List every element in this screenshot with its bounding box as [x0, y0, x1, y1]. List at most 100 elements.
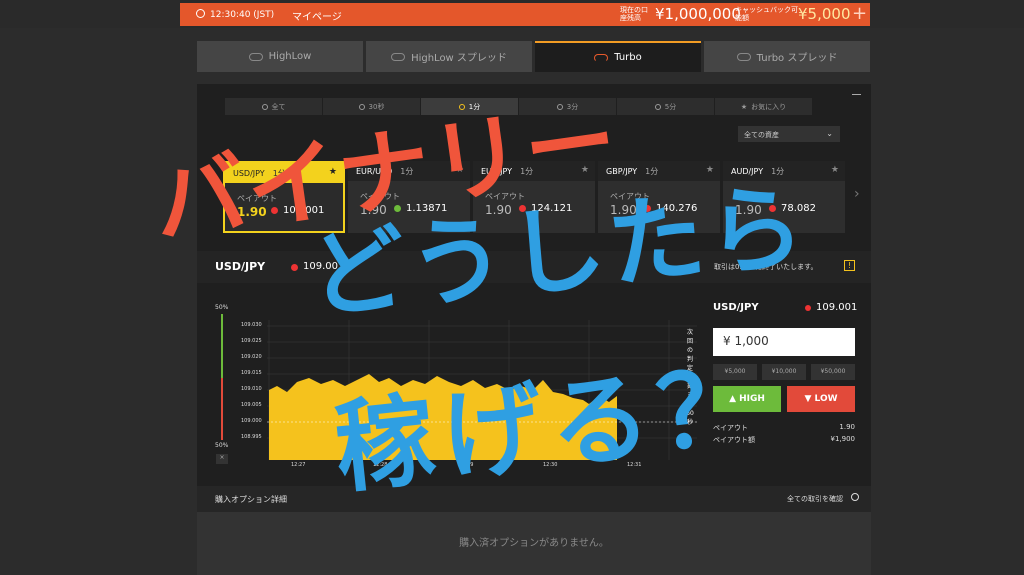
high-button[interactable]: ▲ HIGH [713, 386, 781, 412]
asset-card[interactable]: GBP/JPY 1分 ★ ペイアウト 1.90 140.276 [598, 161, 720, 233]
y-tick: 109.005 [241, 402, 262, 408]
next-expiry-countdown: 次回の判定時刻まで60秒 [686, 329, 694, 426]
card-price: 109.001 [283, 205, 325, 216]
card-payout-label: ペイアウト [237, 194, 277, 203]
deposit-plus-button[interactable]: + [852, 3, 867, 24]
tab-turbo[interactable]: Turbo [535, 41, 701, 72]
chevron-down-icon: ⌄ [826, 129, 833, 138]
tab-turbo-spread[interactable]: Turbo スプレッド [704, 41, 870, 72]
card-period: 1分 [400, 167, 414, 176]
x-tick: 12:28 [373, 462, 388, 468]
sentiment-low-bar [221, 378, 223, 440]
card-period: 1分 [520, 167, 534, 176]
down-arrow-icon [769, 205, 776, 212]
chevron-right-icon[interactable]: › [854, 186, 860, 202]
x-tick: 12:29 [459, 462, 474, 468]
x-tick: 12:30 [543, 462, 558, 468]
asset-card[interactable]: AUD/JPY 1分 ★ ペイアウト 1.90 78.082 [723, 161, 845, 233]
card-period: 1分 [272, 169, 286, 178]
y-tick: 109.010 [241, 386, 262, 392]
star-icon: ★ [740, 102, 748, 111]
app-root: 12:30:40 (JST) マイページ 現在の口座残高 ¥1,000,000 … [0, 0, 1024, 575]
period-filter: 全て 30秒 1分 3分 5分 ★ お気に入り [225, 98, 813, 115]
purchase-options-header: 購入オプション詳細 全ての取引を確認 [197, 486, 871, 512]
minimize-icon[interactable] [852, 94, 861, 95]
card-payout: 1.90 [610, 203, 637, 217]
up-arrow-icon [394, 205, 401, 212]
quick-amount-50000[interactable]: ¥50,000 [811, 364, 855, 380]
sentiment-low-pct: 50% [215, 442, 229, 449]
asset-filter-select[interactable]: 全ての資産 ⌄ [738, 126, 840, 142]
card-price: 140.276 [656, 203, 698, 214]
favorite-star-icon[interactable]: ★ [329, 167, 337, 177]
card-pair: USD/JPY [233, 169, 265, 178]
top-bar: 12:30:40 (JST) マイページ 現在の口座残高 ¥1,000,000 … [0, 0, 1024, 28]
warning-icon[interactable]: ! [844, 260, 855, 271]
asset-card[interactable]: USD/JPY 1分 ★ ペイアウト 1.90 109.001 [223, 161, 345, 233]
search-icon[interactable] [851, 493, 859, 501]
favorite-star-icon[interactable]: ★ [706, 165, 714, 175]
period-5m[interactable]: 5分 [617, 98, 714, 115]
sentiment-high-bar [221, 314, 223, 378]
clock-icon [196, 9, 205, 18]
asset-card[interactable]: EUR/JPY 1分 ★ ペイアウト 1.90 124.121 [473, 161, 595, 233]
y-tick: 109.025 [241, 338, 262, 344]
down-arrow-icon [291, 264, 298, 271]
view-all-trades-link[interactable]: 全ての取引を確認 [787, 494, 843, 504]
quick-amount-5000[interactable]: ¥5,000 [713, 364, 757, 380]
card-pair: EUR/JPY [481, 167, 513, 176]
y-tick: 109.030 [241, 322, 262, 328]
empty-message: 購入済オプションがありません。 [459, 538, 609, 549]
card-period: 1分 [771, 167, 785, 176]
clock-icon [358, 103, 365, 110]
card-price: 78.082 [781, 203, 816, 214]
purchase-options-title: 購入オプション詳細 [215, 495, 287, 504]
quick-amount-10000[interactable]: ¥10,000 [762, 364, 806, 380]
highlow-icon [248, 52, 263, 61]
turbo-spread-gauge-icon [736, 52, 751, 61]
investment-amount-input[interactable]: ¥ 1,000 [713, 328, 855, 356]
card-pair: GBP/JPY [606, 167, 638, 176]
y-tick: 109.020 [241, 354, 262, 360]
mypage-link[interactable]: マイページ [292, 8, 342, 23]
server-clock: 12:30:40 (JST) [196, 9, 274, 20]
card-price: 1.13871 [406, 203, 448, 214]
low-button[interactable]: ▼ LOW [787, 386, 855, 412]
selected-asset-name: USD/JPY [215, 260, 266, 273]
highlow-spread-icon [391, 52, 406, 61]
period-favorites[interactable]: ★ お気に入り [715, 98, 812, 115]
tab-highlow[interactable]: HighLow [197, 41, 363, 72]
trading-panel: 全て 30秒 1分 3分 5分 ★ お気に入り 全ての資産 ⌄ USD/JPY 1分 ★… [197, 84, 871, 575]
favorite-star-icon[interactable]: ★ [456, 165, 464, 175]
y-tick: 109.000 [241, 418, 262, 424]
balance-value: ¥1,000,000 [655, 5, 741, 23]
x-tick: 12:31 [627, 462, 642, 468]
clock-icon [261, 103, 268, 110]
card-payout-label: ペイアウト [610, 192, 650, 201]
favorite-star-icon[interactable]: ★ [581, 165, 589, 175]
turbo-gauge-icon [594, 53, 609, 62]
payout-label: ペイアウト [713, 424, 748, 432]
y-tick: 109.015 [241, 370, 262, 376]
down-arrow-icon [805, 305, 811, 311]
down-arrow-icon [644, 205, 651, 212]
period-all[interactable]: 全て [225, 98, 322, 115]
closing-notice: 取引は05:00に終了いたします。 [714, 263, 818, 271]
down-arrow-icon [519, 205, 526, 212]
asset-cards: USD/JPY 1分 ★ ペイアウト 1.90 109.001 EUR/USD 1分 ★… [223, 161, 845, 235]
down-arrow-icon [271, 207, 278, 214]
tab-highlow-spread[interactable]: HighLow スプレッド [366, 41, 532, 72]
cashback-value: ¥5,000 [798, 5, 851, 23]
y-tick: 108.995 [241, 434, 262, 440]
asset-card[interactable]: EUR/USD 1分 ★ ペイアウト 1.90 1.13871 [348, 161, 470, 233]
card-payout: 1.90 [735, 203, 762, 217]
favorite-star-icon[interactable]: ★ [831, 165, 839, 175]
clock-icon [556, 103, 563, 110]
price-chart: 50% 50% × 109.030 109.025 109.020 109.01… [197, 294, 701, 470]
x-tick: 12:27 [291, 462, 306, 468]
period-30s[interactable]: 30秒 [323, 98, 420, 115]
close-icon[interactable]: × [216, 454, 228, 464]
period-1m[interactable]: 1分 [421, 98, 518, 115]
period-3m[interactable]: 3分 [519, 98, 616, 115]
trade-type-tabs: HighLow HighLow スプレッド Turbo Turbo スプレッド [197, 41, 871, 72]
